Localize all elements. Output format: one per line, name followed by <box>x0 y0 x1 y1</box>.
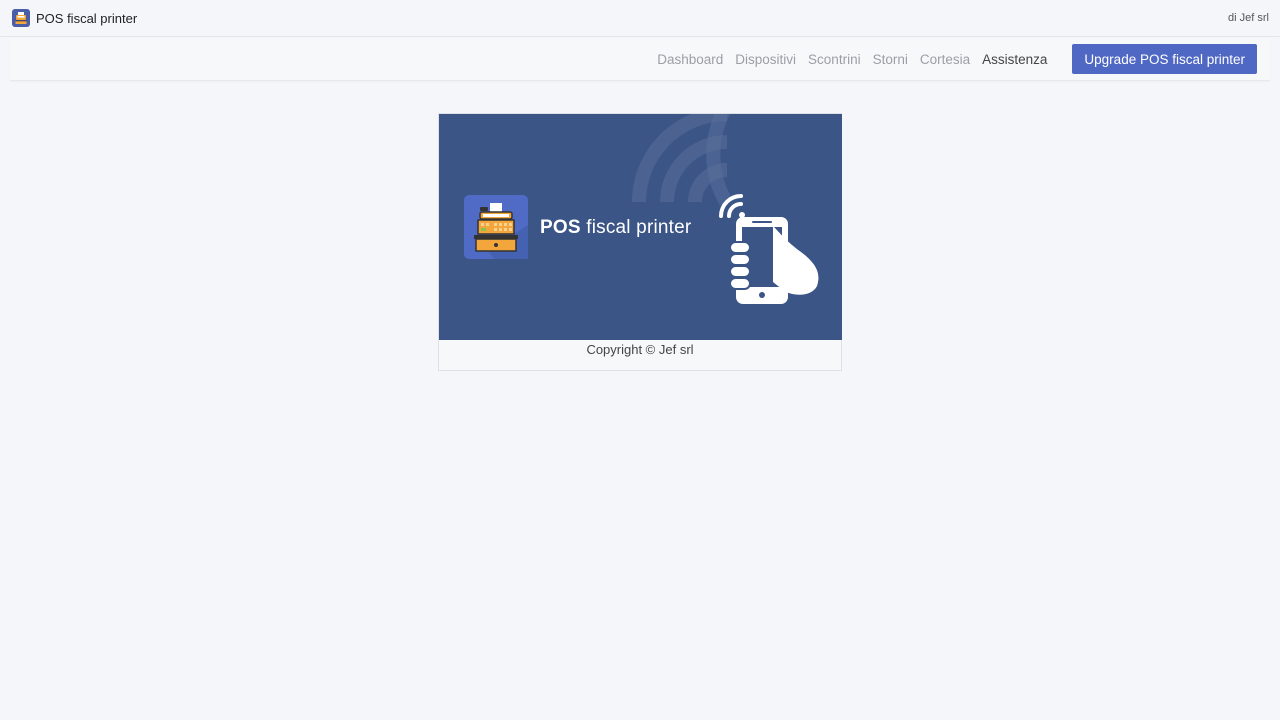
app-title: POS fiscal printer <box>36 10 138 26</box>
nav-item-assistenza[interactable]: Assistenza <box>982 52 1047 67</box>
upgrade-button[interactable]: Upgrade POS fiscal printer <box>1072 44 1257 74</box>
title-bar: POS fiscal printer di Jef srl <box>0 0 1280 37</box>
nav-item-storni[interactable]: Storni <box>873 52 908 67</box>
nav-menu: Dashboard Dispositivi Scontrini Storni C… <box>657 52 1047 67</box>
app-banner: POS fiscal printer <box>439 114 842 340</box>
banner-brand: POS fiscal printer <box>540 217 691 239</box>
banner-brand-bold: POS <box>540 217 581 238</box>
about-card: POS fiscal printer Copyright © Jef srl <box>438 113 842 371</box>
nav-item-scontrini[interactable]: Scontrini <box>808 52 861 67</box>
vendor-label: di Jef srl <box>1228 12 1269 24</box>
banner-brand-rest: fiscal printer <box>586 217 692 238</box>
copyright-text: Copyright © Jef srl <box>586 342 694 357</box>
main-navbar: Dashboard Dispositivi Scontrini Storni C… <box>10 38 1270 81</box>
cash-register-icon <box>464 195 528 259</box>
nav-item-cortesia[interactable]: Cortesia <box>920 52 970 67</box>
nav-item-dispositivi[interactable]: Dispositivi <box>735 52 796 67</box>
nav-item-dashboard[interactable]: Dashboard <box>657 52 723 67</box>
app-identity: POS fiscal printer <box>12 9 137 27</box>
hand-phone-icon <box>729 217 819 304</box>
cash-register-icon <box>12 9 30 27</box>
